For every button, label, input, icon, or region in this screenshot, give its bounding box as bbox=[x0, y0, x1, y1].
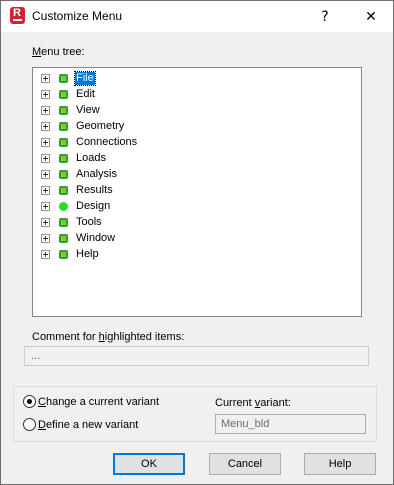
green-square-icon bbox=[59, 218, 68, 227]
current-variant-field: Menu_bld bbox=[215, 414, 366, 434]
tree-item-help[interactable]: Help bbox=[33, 247, 233, 263]
ok-button[interactable]: OK bbox=[113, 453, 185, 475]
tree-item-loads[interactable]: Loads bbox=[33, 151, 233, 167]
tree-item-geometry[interactable]: Geometry bbox=[33, 119, 233, 135]
expand-icon[interactable] bbox=[41, 74, 50, 83]
tree-item-label[interactable]: File bbox=[74, 71, 96, 86]
menu-tree[interactable]: File Edit View Geometry Connections Load… bbox=[32, 67, 362, 317]
define-variant-radio[interactable] bbox=[23, 418, 36, 431]
expand-icon[interactable] bbox=[41, 138, 50, 147]
tree-item-analysis[interactable]: Analysis bbox=[33, 167, 233, 183]
tree-item-label[interactable]: Design bbox=[75, 200, 111, 213]
expand-icon[interactable] bbox=[41, 234, 50, 243]
dialog-title: Customize Menu bbox=[32, 9, 123, 23]
green-square-icon bbox=[59, 250, 68, 259]
cancel-button[interactable]: Cancel bbox=[209, 453, 281, 475]
expand-icon[interactable] bbox=[41, 106, 50, 115]
green-square-icon bbox=[59, 154, 68, 163]
tree-item-window[interactable]: Window bbox=[33, 231, 233, 247]
define-variant-label[interactable]: Define a new variant bbox=[38, 419, 138, 431]
help-button[interactable]: Help bbox=[304, 453, 376, 475]
tree-item-view[interactable]: View bbox=[33, 103, 233, 119]
tree-item-label[interactable]: Edit bbox=[75, 88, 96, 101]
app-r-icon: R bbox=[10, 7, 25, 24]
expand-icon[interactable] bbox=[41, 218, 50, 227]
expand-icon[interactable] bbox=[41, 250, 50, 259]
green-square-icon bbox=[59, 74, 68, 83]
tree-item-connections[interactable]: Connections bbox=[33, 135, 233, 151]
tree-item-results[interactable]: Results bbox=[33, 183, 233, 199]
expand-icon[interactable] bbox=[41, 186, 50, 195]
green-square-icon bbox=[59, 106, 68, 115]
tree-item-label[interactable]: Tools bbox=[75, 216, 103, 229]
green-square-icon bbox=[59, 138, 68, 147]
expand-icon[interactable] bbox=[41, 122, 50, 131]
current-variant-label: Current variant: bbox=[215, 397, 291, 409]
help-icon[interactable]: ? bbox=[303, 1, 347, 32]
tree-item-design[interactable]: Design bbox=[33, 199, 233, 215]
green-square-icon bbox=[59, 186, 68, 195]
green-square-icon bbox=[59, 122, 68, 131]
comment-field: ... bbox=[24, 346, 369, 366]
green-square-icon bbox=[59, 170, 68, 179]
close-icon[interactable]: ✕ bbox=[349, 1, 393, 32]
tree-item-label[interactable]: Geometry bbox=[75, 120, 125, 133]
title-bar[interactable]: R Customize Menu ? ✕ bbox=[1, 1, 393, 32]
green-square-icon bbox=[59, 234, 68, 243]
change-variant-radio[interactable] bbox=[23, 395, 36, 408]
expand-icon[interactable] bbox=[41, 154, 50, 163]
green-circle-icon bbox=[59, 202, 68, 211]
menu-tree-label: Menu tree: bbox=[32, 46, 85, 58]
green-square-icon bbox=[59, 90, 68, 99]
tree-item-label[interactable]: Results bbox=[75, 184, 114, 197]
tree-item-label[interactable]: Analysis bbox=[75, 168, 118, 181]
comment-label: Comment for highlighted items: bbox=[32, 331, 185, 343]
tree-item-label[interactable]: Help bbox=[75, 248, 100, 261]
expand-icon[interactable] bbox=[41, 170, 50, 179]
tree-item-label[interactable]: Loads bbox=[75, 152, 107, 165]
tree-item-label[interactable]: Connections bbox=[75, 136, 138, 149]
tree-item-tools[interactable]: Tools bbox=[33, 215, 233, 231]
tree-item-label[interactable]: View bbox=[75, 104, 101, 117]
expand-icon[interactable] bbox=[41, 202, 50, 211]
tree-item-label[interactable]: Window bbox=[75, 232, 116, 245]
customize-menu-dialog: R Customize Menu ? ✕ Menu tree: File Edi… bbox=[0, 0, 394, 485]
expand-icon[interactable] bbox=[41, 90, 50, 99]
tree-item-file[interactable]: File bbox=[33, 71, 233, 87]
tree-item-edit[interactable]: Edit bbox=[33, 87, 233, 103]
change-variant-label[interactable]: Change a current variant bbox=[38, 396, 159, 408]
